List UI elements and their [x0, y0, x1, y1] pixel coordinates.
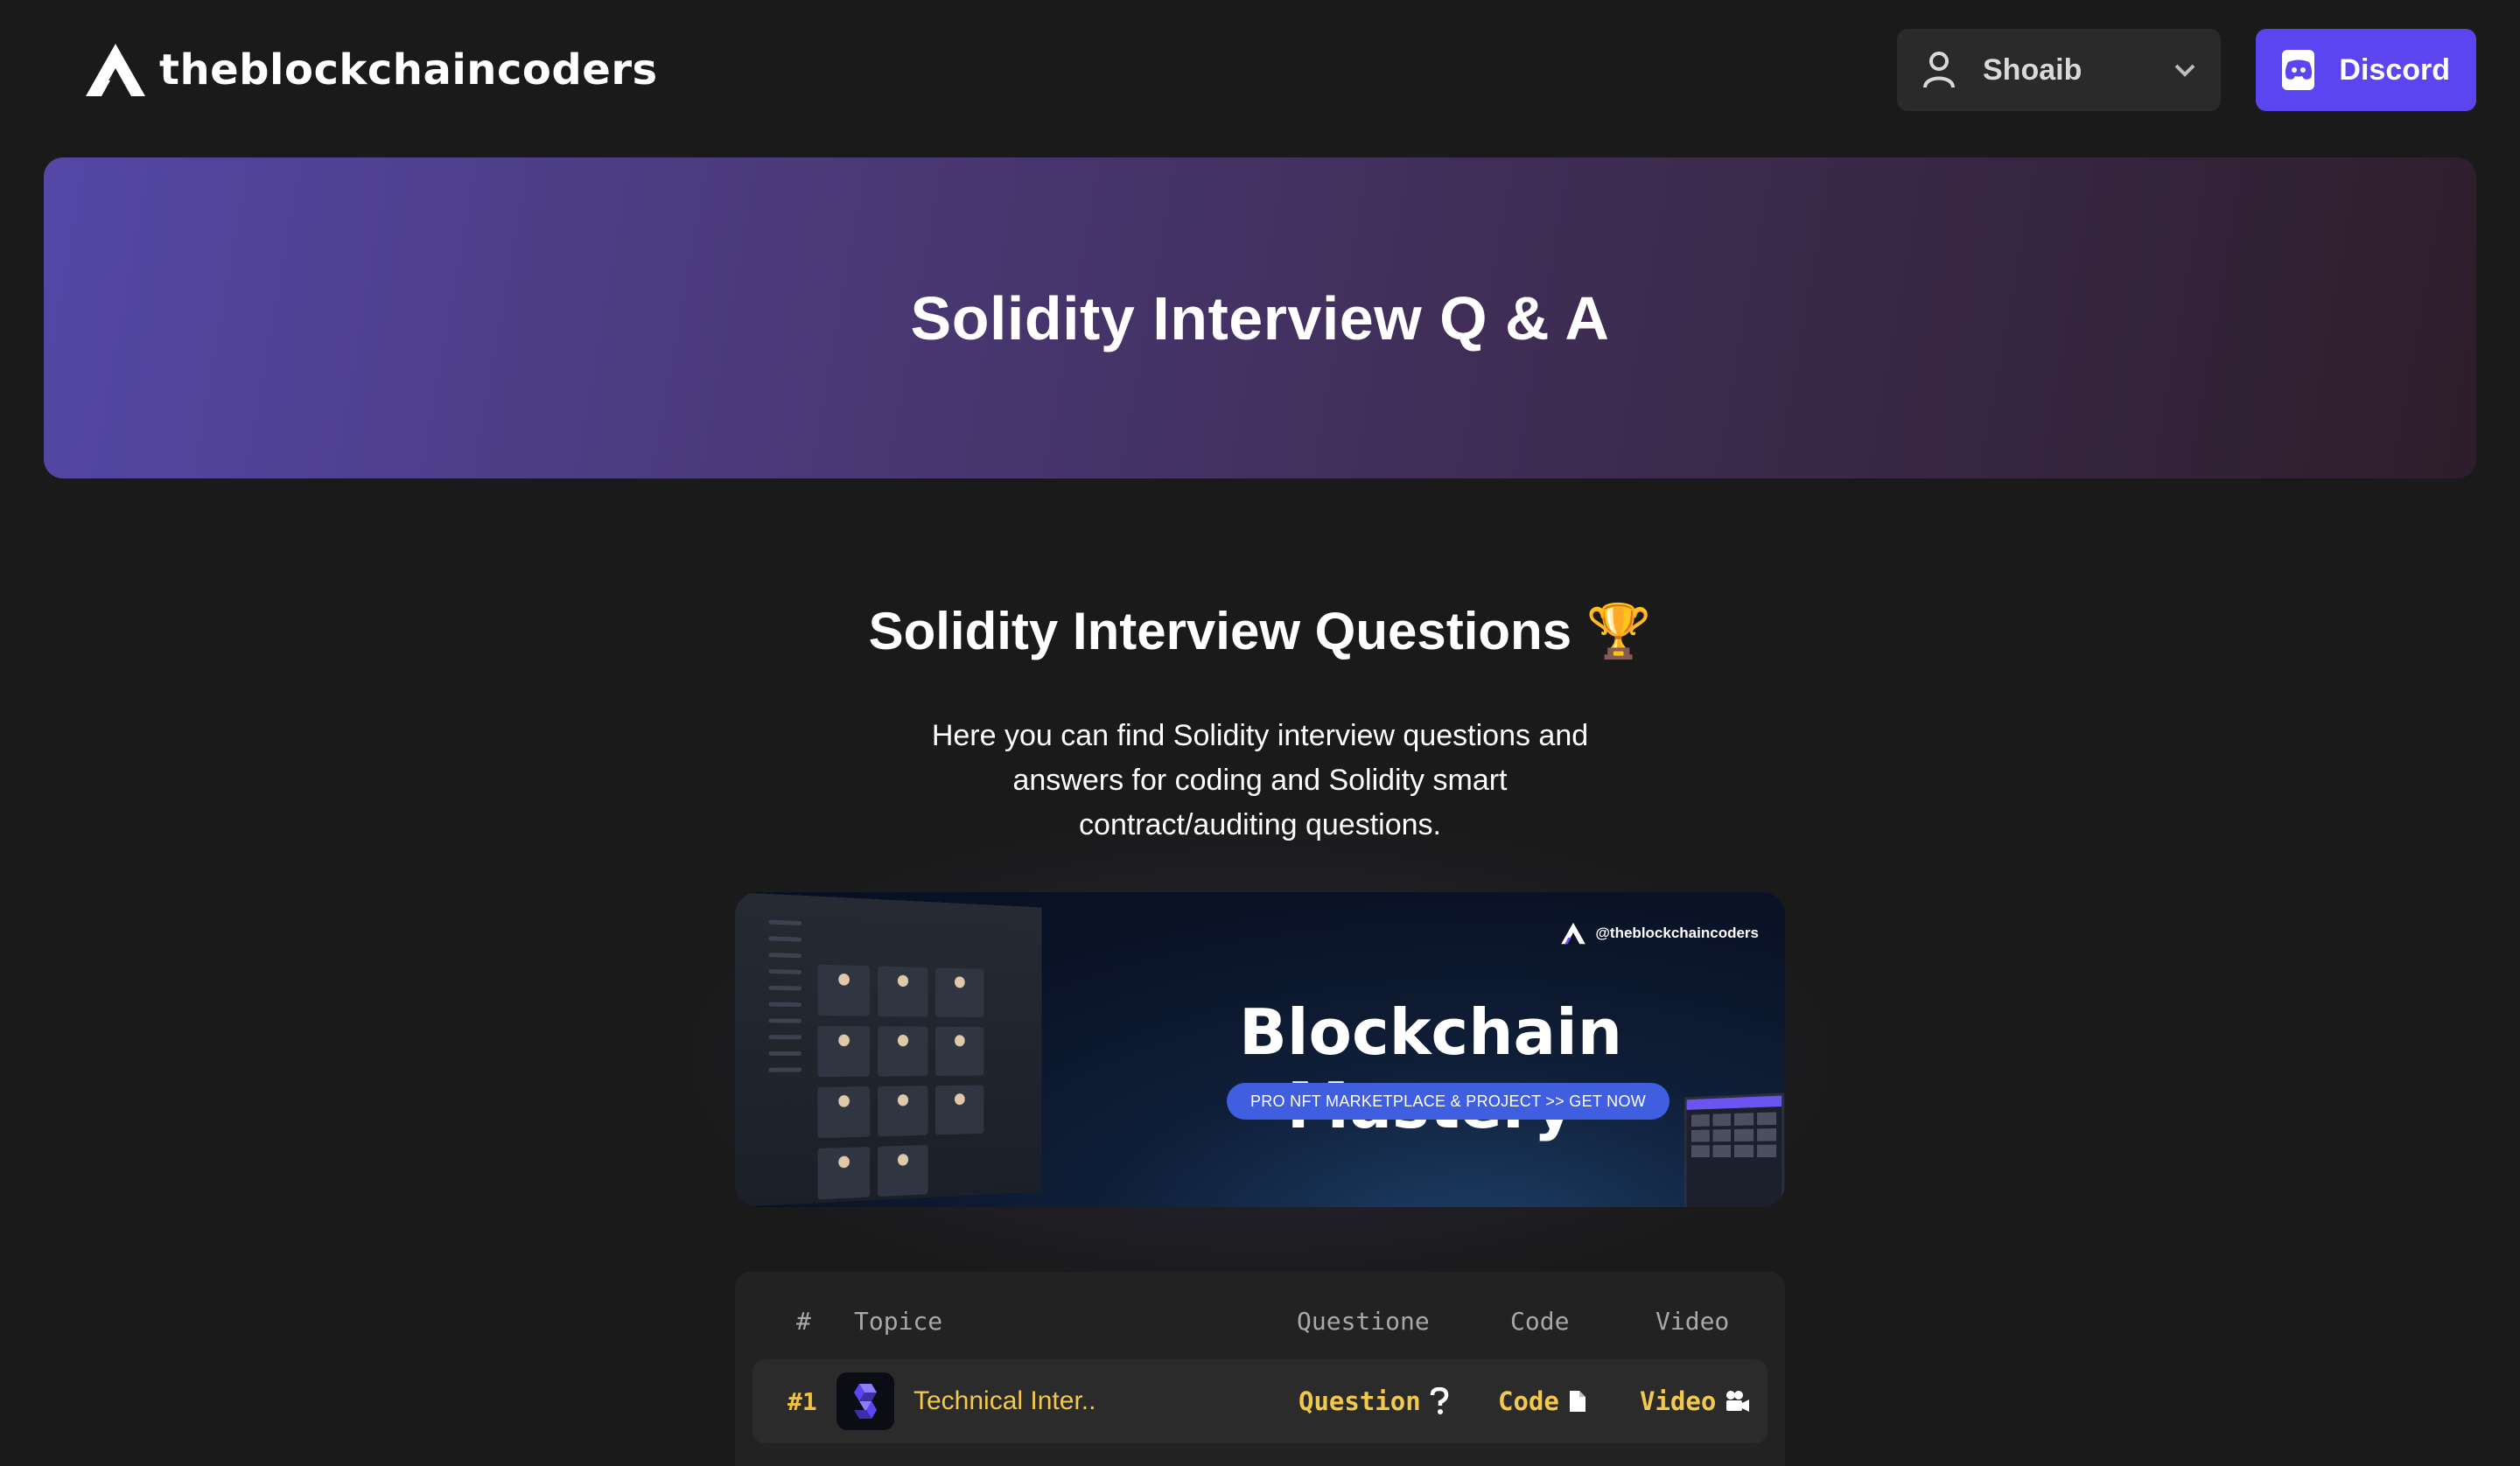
file-icon — [1568, 1389, 1587, 1414]
brand-logo[interactable]: theblockchaincoders — [84, 38, 658, 101]
question-link[interactable]: Question — [1298, 1386, 1421, 1416]
hero-banner: Solidity Interview Q & A — [44, 157, 2476, 478]
promo-banner[interactable]: @theblockchaincoders Blockchain Mastery … — [735, 892, 1785, 1207]
promo-handle-text: @theblockchaincoders — [1595, 925, 1759, 941]
column-header-topic: Topice — [854, 1307, 943, 1336]
page-title: Solidity Interview Q & A — [910, 283, 1610, 353]
mockup-card — [878, 1086, 928, 1137]
column-header-video: Video — [1656, 1307, 1730, 1336]
brand-logo-icon — [86, 44, 145, 96]
column-header-code: Code — [1510, 1307, 1570, 1336]
promo-handle: @theblockchaincoders — [1560, 922, 1759, 945]
row-rank: #1 — [788, 1386, 817, 1416]
column-header-question: Questione — [1297, 1307, 1430, 1336]
discord-label: Discord — [2339, 52, 2450, 87]
mockup-card — [817, 964, 871, 1016]
brand-logo-icon — [1561, 922, 1586, 945]
discord-icon — [2282, 50, 2315, 90]
video-camera-icon — [1725, 1390, 1751, 1413]
table-row[interactable]: #1 Technical Inter.. Question Code Video — [752, 1359, 1768, 1443]
code-link[interactable]: Code — [1498, 1386, 1559, 1416]
top-header: theblockchaincoders Shoaib Discord — [0, 0, 2520, 140]
mockup-card — [817, 1025, 871, 1078]
chevron-down-icon — [2174, 64, 2195, 77]
user-menu-dropdown[interactable]: Shoaib — [1897, 29, 2221, 111]
column-header-number: # — [796, 1307, 811, 1336]
mockup-card — [878, 1026, 928, 1077]
mockup-sidebar — [768, 919, 802, 1180]
section-title: Solidity Interview Questions 🏆 — [868, 602, 1652, 660]
question-mark-icon — [1430, 1387, 1449, 1415]
promo-phone-mockup — [1684, 1093, 1785, 1207]
user-name: Shoaib — [1983, 52, 2082, 87]
mockup-card — [878, 1144, 928, 1197]
row-topic[interactable]: Technical Inter.. — [914, 1386, 1096, 1416]
mockup-card — [817, 1147, 871, 1200]
user-icon — [1923, 52, 1955, 88]
mockup-card — [817, 1086, 871, 1139]
discord-button[interactable]: Discord — [2256, 29, 2476, 111]
video-link[interactable]: Video — [1640, 1386, 1716, 1416]
solidity-icon — [836, 1372, 894, 1430]
promo-title: Blockchain Mastery — [1238, 995, 1623, 1142]
mockup-card — [878, 966, 928, 1017]
mockup-card — [935, 1085, 984, 1135]
questions-table: # Topice Questione Code Video #1 Technic… — [735, 1272, 1785, 1466]
mockup-card — [935, 967, 984, 1018]
promo-dashboard-mockup — [735, 892, 1042, 1207]
promo-cta-button[interactable]: PRO NFT MARKETPLACE & PROJECT >> GET NOW — [1227, 1083, 1670, 1120]
brand-name: theblockchaincoders — [159, 45, 658, 94]
mockup-card — [935, 1026, 984, 1076]
